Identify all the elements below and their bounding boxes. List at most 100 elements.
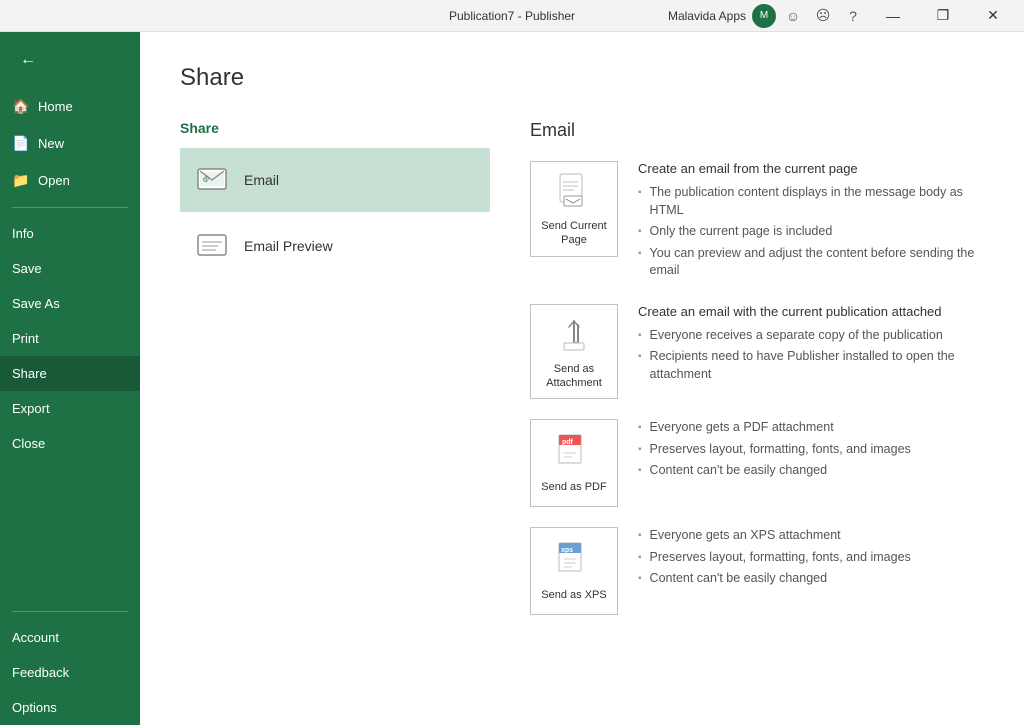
main-content: Share Share @ Email: [140, 32, 1024, 725]
sidebar-item-home-label: Home: [38, 99, 73, 114]
avatar: M: [752, 4, 776, 28]
send-current-page-bullets: The publication content displays in the …: [638, 184, 984, 280]
titlebar: Publication7 - Publisher Malavida Apps M…: [0, 0, 1024, 32]
sidebar-item-save[interactable]: Save: [0, 251, 140, 286]
send-as-attachment-bullets: Everyone receives a separate copy of the…: [638, 327, 984, 384]
sidebar-divider-1: [12, 207, 128, 208]
bullet-item: Preserves layout, formatting, fonts, and…: [638, 549, 984, 567]
bullet-item: Content can't be easily changed: [638, 462, 984, 480]
sidebar-item-info[interactable]: Info: [0, 216, 140, 251]
sidebar-item-new-label: New: [38, 136, 64, 151]
bullet-item: Everyone gets an XPS attachment: [638, 527, 984, 545]
sidebar-middle-nav: Info Save Save As Print Share Export Clo…: [0, 216, 140, 461]
send-as-pdf-label: Send as PDF: [541, 480, 606, 494]
bullet-item: Only the current page is included: [638, 223, 984, 241]
feedback-icons: ☺ ☹: [780, 3, 836, 29]
send-as-attachment-title: Create an email with the current publica…: [638, 304, 984, 319]
share-panel-title: Share: [180, 120, 490, 136]
close-button[interactable]: ✕: [970, 0, 1016, 32]
sidebar-item-account-label: Account: [12, 630, 59, 645]
sidebar-item-account[interactable]: Account: [0, 620, 140, 655]
send-as-xps-info: Everyone gets an XPS attachment Preserve…: [638, 527, 984, 592]
svg-text:xps: xps: [561, 547, 573, 554]
send-current-page-info: Create an email from the current page Th…: [638, 161, 984, 284]
sidebar-item-print[interactable]: Print: [0, 321, 140, 356]
svg-text:@: @: [203, 177, 209, 183]
happy-icon[interactable]: ☺: [780, 3, 806, 29]
bullet-item: Recipients need to have Publisher instal…: [638, 348, 984, 383]
email-card-send-as-xps: xps Send as XPS Everyone gets an XPS att…: [530, 527, 984, 615]
bullet-item: Preserves layout, formatting, fonts, and…: [638, 441, 984, 459]
titlebar-controls: Malavida Apps M ☺ ☹ ? — ❐ ✕: [668, 0, 1016, 32]
bullet-item: Everyone receives a separate copy of the…: [638, 327, 984, 345]
sidebar-divider-2: [12, 611, 128, 612]
sidebar-item-new[interactable]: 📄 New: [0, 125, 140, 162]
home-icon: 🏠: [12, 98, 30, 115]
bullet-item: Everyone gets a PDF attachment: [638, 419, 984, 437]
sidebar-item-open[interactable]: 📁 Open: [0, 162, 140, 199]
send-as-attachment-label: Send asAttachment: [546, 362, 602, 391]
send-as-xps-bullets: Everyone gets an XPS attachment Preserve…: [638, 527, 984, 588]
svg-text:pdf: pdf: [562, 439, 574, 446]
titlebar-title: Publication7 - Publisher: [449, 9, 575, 23]
sidebar-item-options-label: Options: [12, 700, 57, 715]
app-title: Publication7 - Publisher: [449, 9, 575, 23]
send-current-page-button[interactable]: Send CurrentPage: [530, 161, 618, 257]
sidebar-item-home[interactable]: 🏠 Home: [0, 88, 140, 125]
share-option-email-label: Email: [244, 172, 279, 188]
sidebar: ← 🏠 Home 📄 New 📁 Open Info Save: [0, 32, 140, 725]
sidebar-item-info-label: Info: [12, 226, 34, 241]
email-option-icon: @: [196, 162, 232, 198]
sidebar-item-open-label: Open: [38, 173, 70, 188]
sidebar-item-share[interactable]: Share: [0, 356, 140, 391]
user-info: Malavida Apps M: [668, 4, 776, 28]
sidebar-item-export[interactable]: Export: [0, 391, 140, 426]
send-as-xps-icon: xps: [554, 539, 594, 582]
share-option-email[interactable]: @ Email: [180, 148, 490, 212]
sidebar-item-close[interactable]: Close: [0, 426, 140, 461]
sidebar-item-close-label: Close: [12, 436, 45, 451]
restore-button[interactable]: ❐: [920, 0, 966, 32]
email-card-send-as-attachment: Send asAttachment Create an email with t…: [530, 304, 984, 400]
user-label: Malavida Apps: [668, 9, 746, 23]
send-as-attachment-button[interactable]: Send asAttachment: [530, 304, 618, 400]
send-current-page-icon: [554, 170, 594, 213]
share-option-email-preview[interactable]: Email Preview: [180, 214, 490, 278]
share-panel: Share @ Email: [180, 120, 490, 635]
sidebar-item-save-label: Save: [12, 261, 42, 276]
send-as-pdf-icon: pdf: [554, 431, 594, 474]
email-preview-option-icon: [196, 228, 232, 264]
email-panel-title: Email: [530, 120, 984, 141]
email-card-send-current-page: Send CurrentPage Create an email from th…: [530, 161, 984, 284]
sidebar-item-save-as-label: Save As: [12, 296, 60, 311]
share-option-email-preview-label: Email Preview: [244, 238, 333, 254]
send-as-pdf-info: Everyone gets a PDF attachment Preserves…: [638, 419, 984, 484]
send-as-xps-button[interactable]: xps Send as XPS: [530, 527, 618, 615]
minimize-button[interactable]: —: [870, 0, 916, 32]
sidebar-item-print-label: Print: [12, 331, 39, 346]
bullet-item: Content can't be easily changed: [638, 570, 984, 588]
send-as-attachment-icon: [554, 313, 594, 356]
sidebar-item-save-as[interactable]: Save As: [0, 286, 140, 321]
sidebar-item-export-label: Export: [12, 401, 50, 416]
content-body: Share @ Email: [180, 120, 984, 635]
email-card-send-as-pdf: pdf Send as PDF Everyone gets a PDF atta…: [530, 419, 984, 507]
sidebar-bottom-nav: Account Feedback Options: [0, 603, 140, 725]
sidebar-top-nav: 🏠 Home 📄 New 📁 Open: [0, 88, 140, 199]
sidebar-item-feedback[interactable]: Feedback: [0, 655, 140, 690]
app-body: ← 🏠 Home 📄 New 📁 Open Info Save: [0, 32, 1024, 725]
page-title: Share: [180, 64, 984, 92]
sad-icon[interactable]: ☹: [810, 3, 836, 29]
send-as-xps-label: Send as XPS: [541, 588, 606, 602]
sidebar-back-button[interactable]: ←: [8, 40, 48, 80]
email-panel: Email: [530, 120, 984, 635]
new-icon: 📄: [12, 135, 30, 152]
bullet-item: The publication content displays in the …: [638, 184, 984, 219]
send-as-pdf-button[interactable]: pdf Send as PDF: [530, 419, 618, 507]
send-as-attachment-info: Create an email with the current publica…: [638, 304, 984, 388]
sidebar-item-options[interactable]: Options: [0, 690, 140, 725]
send-current-page-label: Send CurrentPage: [541, 219, 606, 248]
help-icon[interactable]: ?: [840, 3, 866, 29]
open-icon: 📁: [12, 172, 30, 189]
sidebar-item-feedback-label: Feedback: [12, 665, 69, 680]
